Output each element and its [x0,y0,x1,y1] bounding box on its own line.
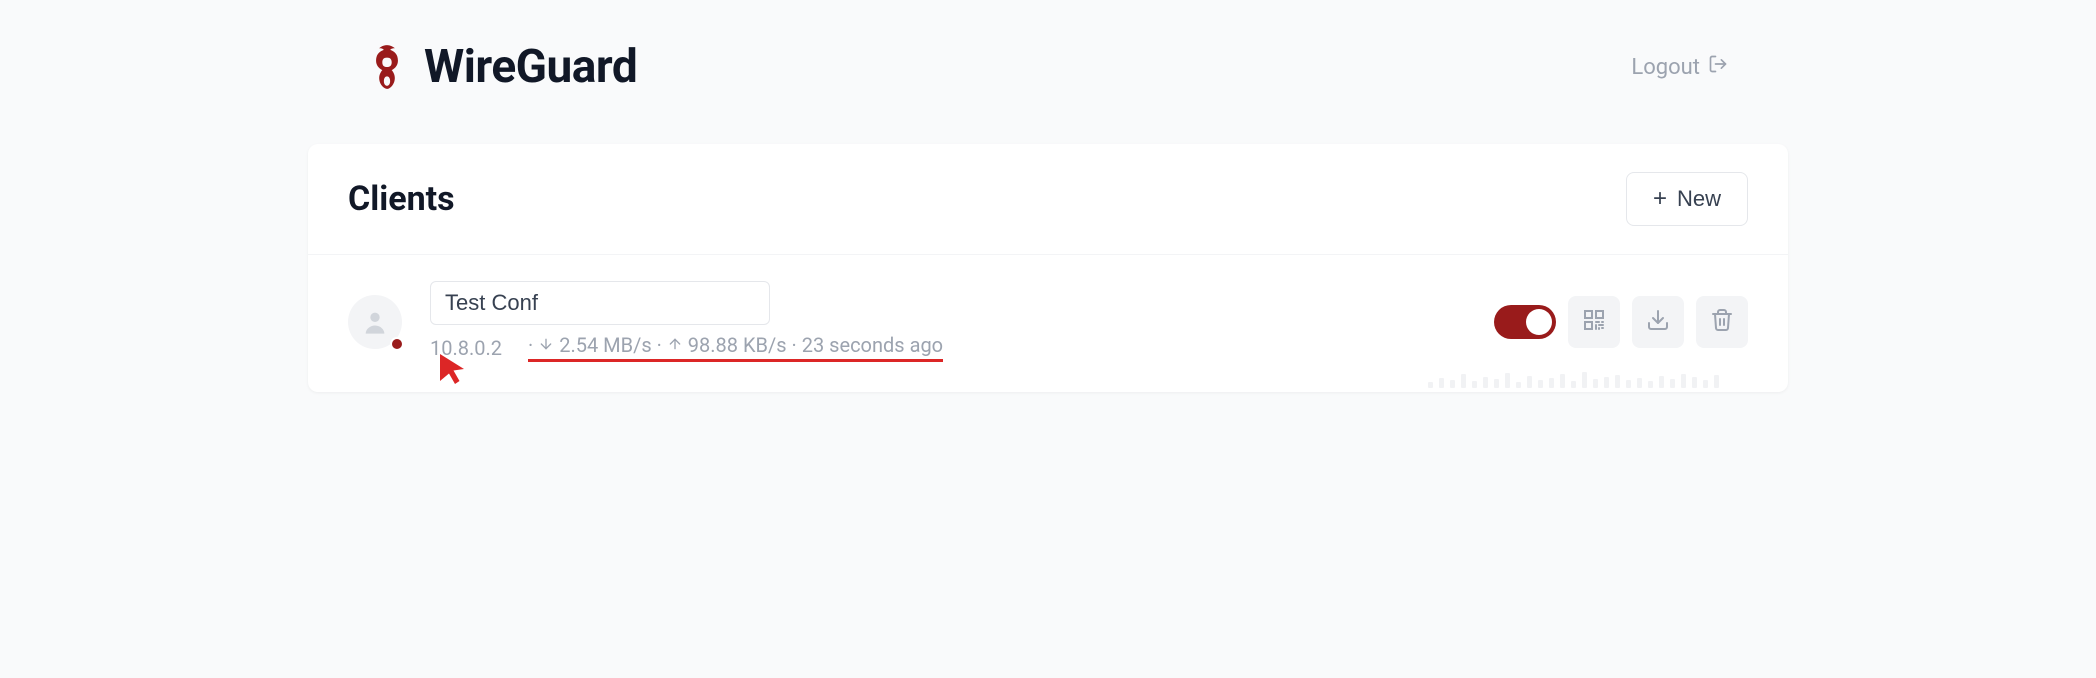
new-button-label: New [1677,186,1721,212]
client-info: 10.8.0.2 · 2.54 MB/s · 98.88 KB/s · [430,281,1494,362]
app-header: WireGuard Logout [308,20,1788,144]
cursor-annotation-icon [434,351,470,391]
download-arrow-icon [538,336,554,352]
new-client-button[interactable]: + New [1626,172,1748,226]
wireguard-logo-icon [368,42,406,92]
download-icon [1646,308,1670,336]
trash-icon [1710,308,1734,336]
separator-dot: · [657,333,667,357]
logout-button[interactable]: Logout [1631,54,1728,80]
brand: WireGuard [368,40,637,94]
download-rate: 2.54 MB/s [559,333,651,357]
delete-client-button[interactable] [1696,296,1748,348]
upload-rate: 98.88 KB/s [688,333,787,357]
app-title: WireGuard [424,40,637,94]
download-config-button[interactable] [1632,296,1684,348]
logout-label: Logout [1631,55,1700,80]
toggle-knob [1526,309,1552,335]
client-stats-highlight: · 2.54 MB/s · 98.88 KB/s · 23 seconds ag… [528,333,943,362]
last-seen: 23 seconds ago [802,333,943,357]
logout-icon [1708,54,1728,80]
qr-code-icon [1582,308,1606,336]
enable-toggle[interactable] [1494,305,1556,339]
client-name-input[interactable] [430,281,770,325]
upload-arrow-icon [667,336,683,352]
separator-dot: · [792,333,802,357]
client-meta: 10.8.0.2 · 2.54 MB/s · 98.88 KB/s · [430,333,1494,362]
clients-panel-header: Clients + New [308,144,1788,255]
client-row: 10.8.0.2 · 2.54 MB/s · 98.88 KB/s · [308,255,1788,392]
client-avatar-wrap [348,295,402,349]
traffic-sparkline [1428,364,1748,388]
client-actions [1494,296,1748,348]
qr-code-button[interactable] [1568,296,1620,348]
separator-dot: · [528,333,533,357]
plus-icon: + [1653,185,1667,213]
clients-title: Clients [348,179,455,219]
status-indicator-icon [390,337,404,351]
clients-panel: Clients + New 10.8.0.2 [308,144,1788,392]
